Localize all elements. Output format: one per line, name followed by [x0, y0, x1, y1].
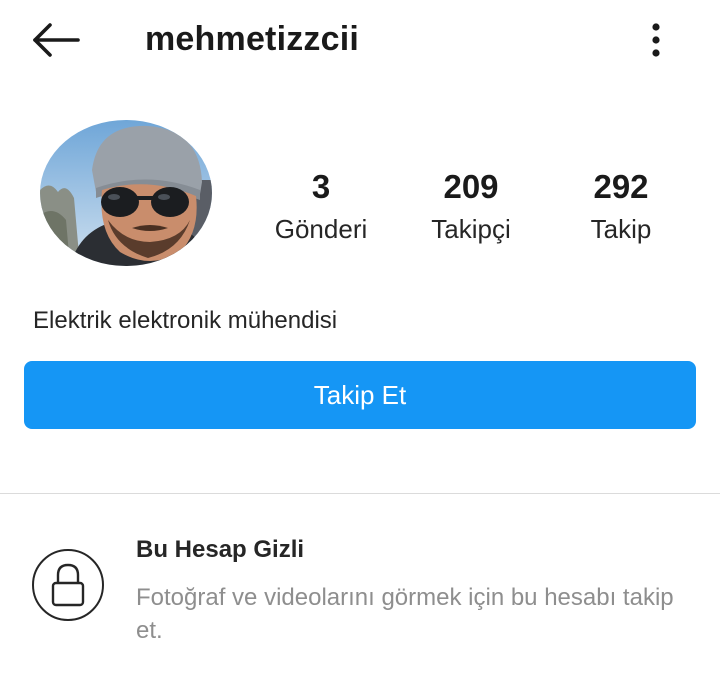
stat-following-count: 292	[593, 168, 649, 205]
profile-photo	[40, 120, 212, 266]
profile-bio: Elektrik elektronik mühendisi	[33, 307, 338, 334]
stat-posts[interactable]: 3 Gönderi	[262, 167, 380, 245]
lock-icon	[51, 563, 85, 607]
stat-following-label: Takip	[590, 214, 652, 244]
section-divider	[0, 493, 720, 494]
back-button[interactable]	[28, 18, 84, 62]
stat-following[interactable]: 292 Takip	[562, 167, 680, 245]
stat-followers-count: 209	[443, 168, 499, 205]
lock-badge	[32, 549, 104, 621]
arrow-left-icon	[33, 23, 80, 57]
follow-button[interactable]: Takip Et	[24, 361, 696, 429]
more-options-button[interactable]	[636, 18, 676, 62]
more-vertical-icon	[652, 23, 660, 57]
top-bar: mehmetizzcii	[0, 0, 720, 80]
profile-username: mehmetizzcii	[145, 20, 360, 58]
stat-followers-label: Takipçi	[431, 214, 511, 244]
private-account-title: Bu Hesap Gizli	[136, 536, 305, 563]
stat-posts-label: Gönderi	[274, 214, 368, 244]
stat-posts-count: 3	[311, 168, 331, 205]
private-account-description: Fotoğraf ve videolarını görmek için bu h…	[136, 584, 674, 644]
profile-avatar[interactable]	[40, 120, 212, 266]
stat-followers[interactable]: 209 Takipçi	[412, 167, 530, 245]
